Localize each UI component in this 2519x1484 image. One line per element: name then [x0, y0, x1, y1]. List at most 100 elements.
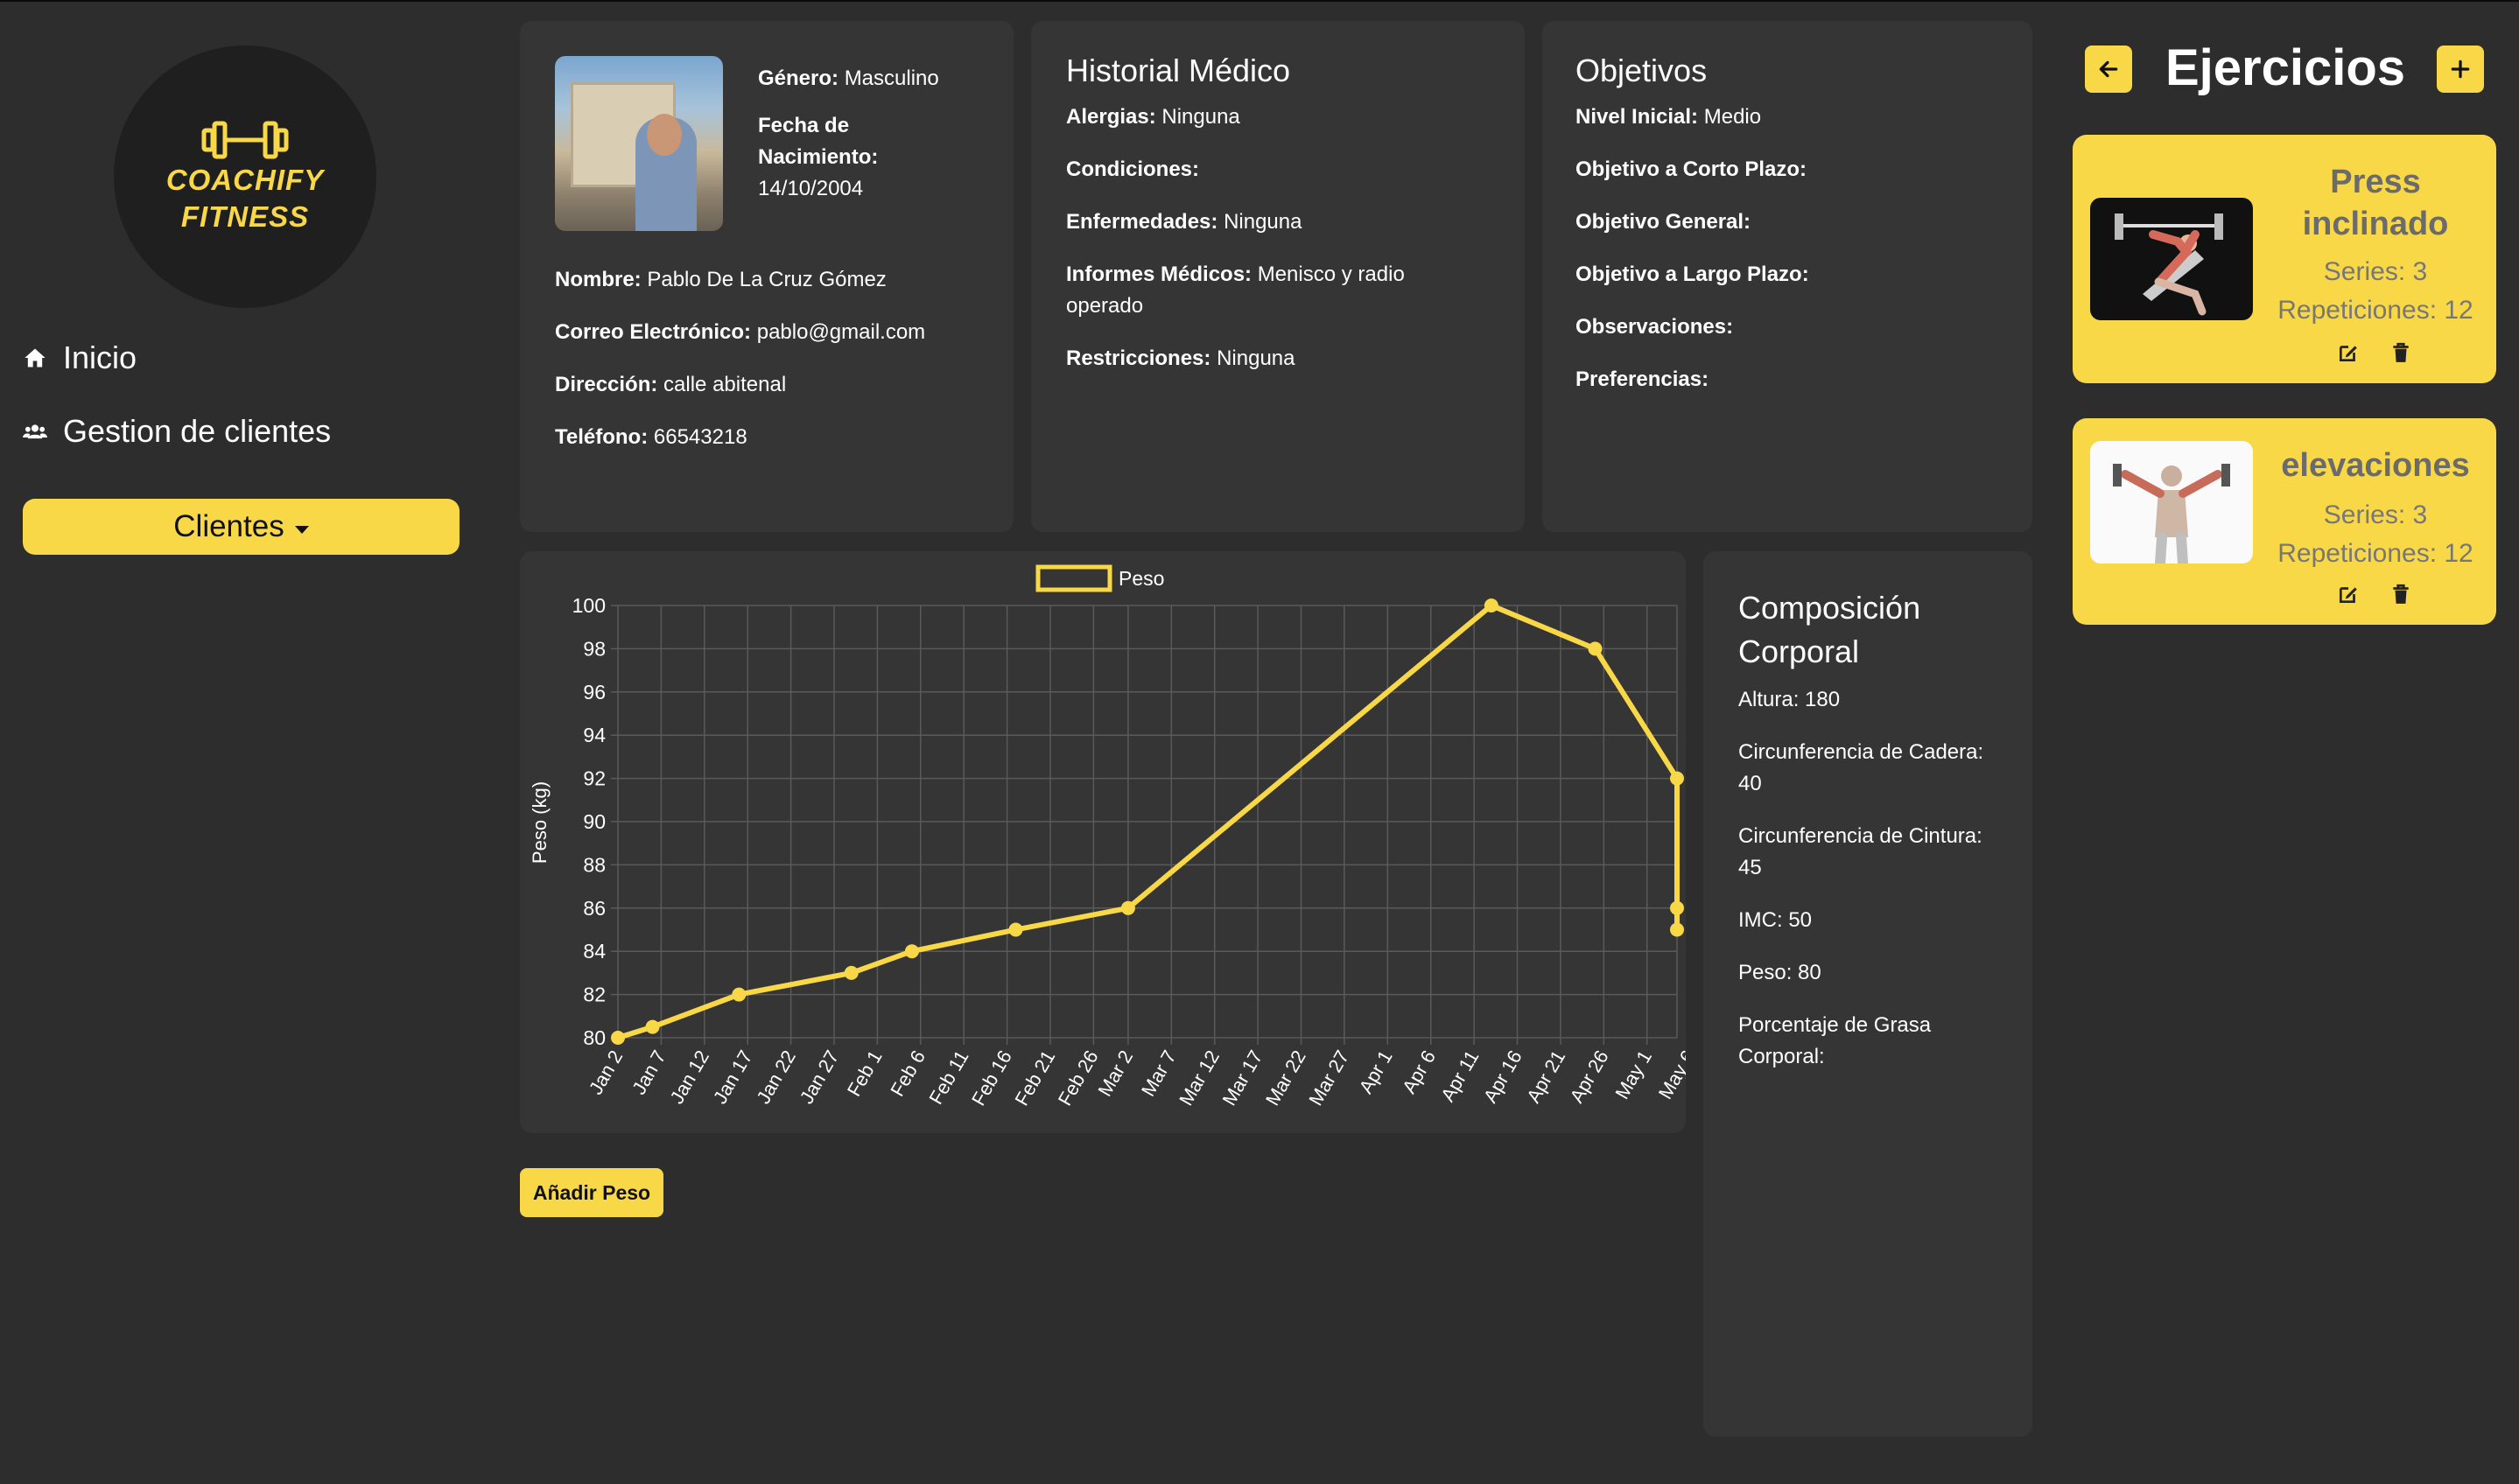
trash-icon[interactable]	[2389, 341, 2414, 366]
data-point[interactable]	[1008, 922, 1023, 937]
direccion-label: Dirección:	[555, 373, 658, 396]
x-tick-label: Jan 12	[665, 1046, 713, 1108]
cintura-value: 45	[1738, 856, 1762, 879]
client-photo	[555, 56, 723, 231]
trash-icon[interactable]	[2389, 583, 2414, 607]
grasa-label-1: Porcentaje de Grasa	[1738, 1013, 1932, 1037]
medical-history-card: Historial Médico Alergias: Ninguna Condi…	[1031, 21, 1525, 532]
nav-item-gestion-clientes[interactable]: Gestion de clientes	[23, 413, 331, 450]
x-tick-label: Feb 1	[843, 1046, 887, 1100]
x-tick-label: Feb 21	[1010, 1046, 1059, 1110]
incline-press-illustration	[2115, 214, 2223, 316]
exercises-title: Ejercicios	[2165, 39, 2406, 96]
largo-plazo-label: Objetivo a Largo Plazo:	[1575, 262, 1809, 286]
edit-icon[interactable]	[2337, 583, 2361, 607]
y-axis-ticks: 80 82 84 86 88 90 92 94 96 98 100	[572, 594, 607, 1049]
x-tick-label: Jan 2	[585, 1046, 628, 1098]
exercise-name-1: elevaciones	[2281, 447, 2470, 484]
data-point[interactable]	[1670, 922, 1684, 937]
body-composition-title-2: Corporal	[1738, 634, 1860, 669]
body-composition-title-1: Composición	[1738, 590, 1921, 626]
nombre-value: Pablo De La Cruz Gómez	[647, 268, 887, 291]
logo[interactable]: COACHIFY FITNESS	[114, 46, 376, 308]
exercise-name-2: inclinado	[2302, 206, 2449, 242]
correo-label: Correo Electrónico:	[555, 320, 752, 344]
x-tick-label: May 6	[1654, 1046, 1686, 1102]
condiciones-row: Condiciones:	[1066, 154, 1504, 186]
cadera-value: 40	[1738, 772, 1762, 795]
preferencias-label: Preferencias:	[1575, 368, 1709, 391]
restricciones-value: Ninguna	[1217, 346, 1295, 370]
lateral-raise-illustration	[2113, 464, 2230, 564]
data-point[interactable]	[732, 987, 747, 1002]
objectives-card: Objetivos Nivel Inicial: Medio Objetivo …	[1542, 21, 2032, 532]
alergias-label: Alergias:	[1066, 105, 1156, 129]
legend-label: Peso	[1119, 567, 1164, 590]
corto-plazo-label: Objetivo a Corto Plazo:	[1575, 158, 1807, 181]
y-tick-label: 88	[583, 853, 606, 876]
chart-legend[interactable]: Peso	[1035, 564, 1164, 592]
data-point[interactable]	[1588, 641, 1603, 656]
data-point[interactable]	[844, 965, 859, 980]
exercise-card[interactable]: Press inclinado Series: 3 Repeticiones: …	[2073, 135, 2496, 383]
informes-label: Informes Médicos:	[1066, 262, 1252, 286]
logo-text-line2: FITNESS	[180, 200, 310, 233]
telefono-row: Teléfono: 66543218	[555, 422, 1001, 453]
data-point[interactable]	[1670, 771, 1684, 786]
data-point[interactable]	[904, 944, 919, 959]
exercise-series: Series: 3	[2323, 500, 2428, 529]
data-point[interactable]	[1670, 900, 1684, 915]
add-weight-button[interactable]: Añadir Peso	[520, 1168, 663, 1217]
back-button[interactable]	[2085, 46, 2132, 93]
fecha-value: 14/10/2004	[758, 177, 864, 200]
restricciones-row: Restricciones: Ninguna	[1066, 343, 1504, 374]
objetivo-general-label: Objetivo General:	[1575, 210, 1751, 234]
exercise-card[interactable]: elevaciones Series: 3 Repeticiones: 12	[2073, 418, 2496, 625]
x-tick-label: Apr 11	[1436, 1046, 1483, 1105]
x-tick-label: Apr 16	[1479, 1046, 1526, 1107]
window-top-border	[0, 0, 2519, 2]
nivel-row: Nivel Inicial: Medio	[1575, 102, 2013, 133]
data-point[interactable]	[611, 1031, 625, 1045]
y-tick-label: 100	[572, 594, 606, 617]
alergias-value: Ninguna	[1161, 105, 1240, 129]
x-tick-label: Feb 6	[886, 1046, 930, 1100]
x-tick-label: Mar 7	[1137, 1046, 1181, 1100]
nav-item-inicio[interactable]: Inicio	[23, 340, 137, 376]
x-tick-label: Mar 27	[1304, 1046, 1353, 1110]
x-tick-label: May 1	[1610, 1046, 1656, 1102]
profile-card: Género: Masculino Fecha de Nacimiento: 1…	[520, 21, 1014, 532]
nav-item-label: Gestion de clientes	[63, 413, 332, 449]
data-point[interactable]	[1120, 900, 1135, 915]
x-tick-label: Jan 17	[709, 1046, 757, 1108]
clientes-dropdown-button[interactable]: Clientes	[23, 499, 460, 555]
body-composition-card: Composición Corporal Altura: 180 Circunf…	[1703, 551, 2032, 1437]
y-tick-label: 98	[583, 637, 606, 660]
nivel-value: Medio	[1703, 105, 1762, 129]
exercise-image	[2090, 198, 2253, 320]
edit-icon[interactable]	[2337, 341, 2361, 366]
direccion-row: Dirección: calle abitenal	[555, 369, 1001, 401]
alergias-row: Alergias: Ninguna	[1066, 102, 1504, 133]
x-tick-label: Apr 6	[1398, 1046, 1440, 1097]
imc-value: IMC: 50	[1738, 908, 1813, 932]
x-tick-label: Jan 27	[796, 1046, 844, 1108]
home-icon	[25, 348, 46, 368]
data-point[interactable]	[1484, 598, 1498, 612]
add-exercise-button[interactable]	[2437, 46, 2484, 93]
x-tick-label: Mar 12	[1175, 1046, 1224, 1110]
y-tick-label: 80	[583, 1026, 606, 1049]
exercise-name-1: Press	[2330, 164, 2421, 200]
cintura-label: Circunferencia de Cintura:	[1738, 824, 1982, 848]
fecha-label-2: Nacimiento:	[758, 145, 879, 169]
restricciones-label: Restricciones:	[1066, 346, 1211, 370]
enfermedades-value: Ninguna	[1224, 210, 1302, 234]
data-point[interactable]	[645, 1019, 660, 1034]
cadera-label: Circunferencia de Cadera:	[1738, 740, 1984, 764]
exercise-series: Series: 3	[2323, 257, 2428, 286]
x-tick-label: Apr 26	[1566, 1046, 1613, 1107]
y-tick-label: 82	[583, 984, 606, 1006]
arrow-left-icon	[2099, 60, 2118, 78]
correo-value: pablo@gmail.com	[756, 320, 926, 344]
weight-chart: 80 82 84 86 88 90 92 94 96 98 100 Jan 2 Jan 7Jan 12…	[529, 564, 1686, 1110]
